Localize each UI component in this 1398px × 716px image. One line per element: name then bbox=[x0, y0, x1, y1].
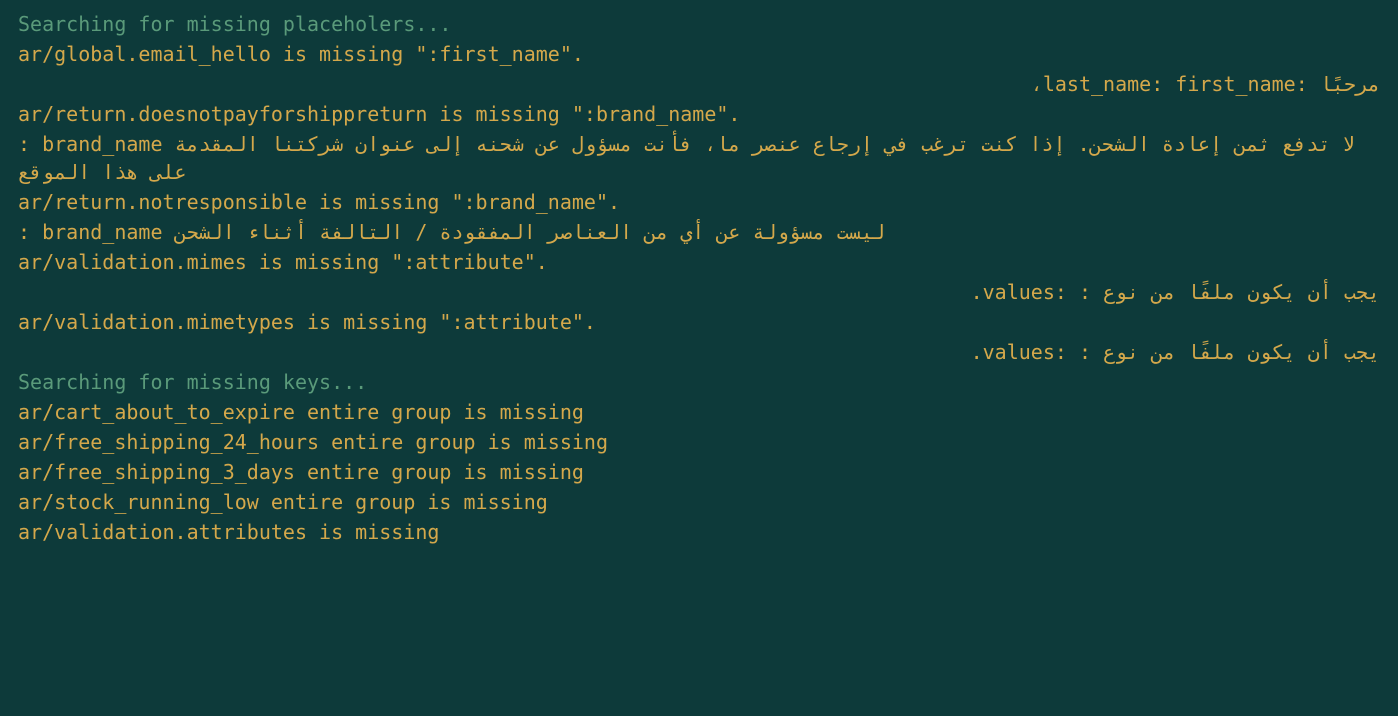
terminal-line-16: ar/validation.attributes is missing bbox=[18, 518, 1380, 546]
terminal-line-0: Searching for missing placeholers... bbox=[18, 10, 1380, 38]
terminal-line-14: ar/free_shipping_3_days entire group is … bbox=[18, 458, 1380, 486]
terminal-line-10: يجب أن يكون ملفًا من نوع : :values. bbox=[18, 338, 1380, 366]
terminal-line-9: ar/validation.mimetypes is missing ":att… bbox=[18, 308, 1380, 336]
terminal-line-5: ar/return.notresponsible is missing ":br… bbox=[18, 188, 1380, 216]
terminal-line-6: : brand_name ليست مسؤولة عن أي من العناص… bbox=[18, 218, 1380, 246]
terminal-line-15: ar/stock_running_low entire group is mis… bbox=[18, 488, 1380, 516]
terminal-line-7: ar/validation.mimes is missing ":attribu… bbox=[18, 248, 1380, 276]
terminal-line-1: ar/global.email_hello is missing ":first… bbox=[18, 40, 1380, 68]
terminal-output: Searching for missing placeholers...ar/g… bbox=[18, 10, 1380, 546]
terminal-line-3: ar/return.doesnotpayforshippreturn is mi… bbox=[18, 100, 1380, 128]
terminal-line-13: ar/free_shipping_24_hours entire group i… bbox=[18, 428, 1380, 456]
terminal-line-8: يجب أن يكون ملفًا من نوع : :values. bbox=[18, 278, 1380, 306]
terminal-line-2: مرحبًا :last_name: first_name، bbox=[18, 70, 1380, 98]
terminal-line-4: : brand_name لا تدفع ثمن إعادة الشحن. إذ… bbox=[18, 130, 1380, 186]
terminal-line-11: Searching for missing keys... bbox=[18, 368, 1380, 396]
terminal-line-12: ar/cart_about_to_expire entire group is … bbox=[18, 398, 1380, 426]
